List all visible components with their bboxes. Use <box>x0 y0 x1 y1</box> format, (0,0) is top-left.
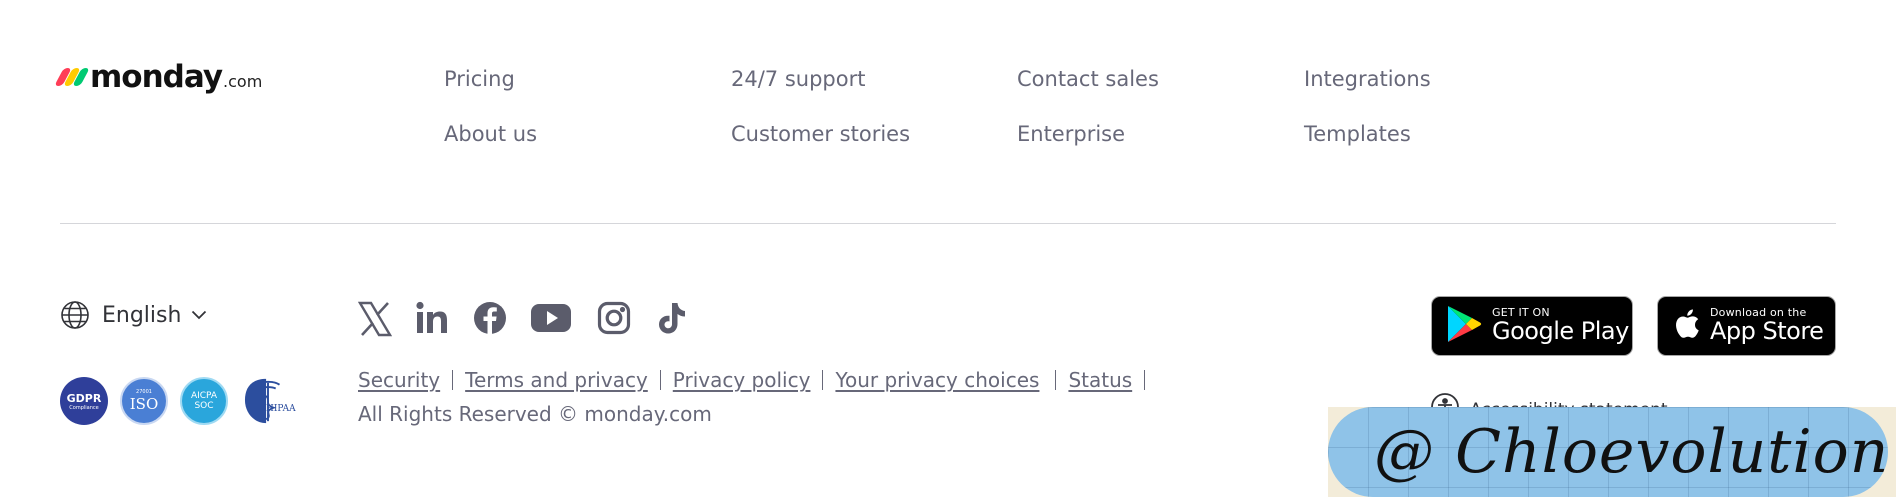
legal-link-privacy-choices[interactable]: Your privacy choices <box>835 368 1039 392</box>
linkedin-icon[interactable] <box>415 301 449 337</box>
google-play-icon <box>1446 304 1482 348</box>
footer-link-about-us[interactable]: About us <box>444 122 537 146</box>
iso-badge-label: ISO <box>129 395 159 413</box>
tiktok-icon[interactable] <box>657 301 687 337</box>
watermark-text: @ Chloevolution <box>1374 417 1888 487</box>
legal-separator <box>659 370 661 390</box>
watermark-pill: @ Chloevolution <box>1328 407 1888 497</box>
gdpr-badge-sub: Compliance <box>69 404 99 411</box>
globe-icon <box>60 300 90 330</box>
hipaa-badge-label: HIPAA <box>266 404 296 414</box>
logo-mark-icon <box>54 68 90 86</box>
footer-link-templates[interactable]: Templates <box>1304 122 1411 146</box>
iso-badge: 27001 ISO <box>120 377 168 425</box>
gdpr-badge-label: GDPR <box>66 391 102 405</box>
gdpr-badge: GDPR Compliance <box>60 377 108 425</box>
caduceus-icon <box>244 378 281 424</box>
footer-link-integrations[interactable]: Integrations <box>1304 67 1431 91</box>
x-icon[interactable] <box>358 301 392 337</box>
legal-separator <box>822 370 824 390</box>
app-store-big-text: App Store <box>1710 317 1824 346</box>
monday-logo[interactable]: monday .com <box>54 59 263 95</box>
instagram-icon[interactable] <box>597 301 631 337</box>
chevron-down-icon <box>191 310 207 320</box>
legal-links: Security Terms and privacy Privacy polic… <box>358 368 1157 392</box>
legal-link-privacy-policy[interactable]: Privacy policy <box>673 368 811 392</box>
aicpa-badge-label: AICPA <box>190 391 218 401</box>
legal-separator <box>1055 370 1057 390</box>
facebook-icon[interactable] <box>473 301 507 337</box>
footer-divider <box>60 223 1836 224</box>
legal-separator <box>452 370 454 390</box>
footer-link-support[interactable]: 24/7 support <box>731 67 865 91</box>
logo-suffix: .com <box>223 72 263 91</box>
aicpa-badge-sub: SOC <box>194 401 214 411</box>
footer-link-pricing[interactable]: Pricing <box>444 67 515 91</box>
app-store-button[interactable]: Download on the App Store <box>1657 296 1836 356</box>
legal-link-status[interactable]: Status <box>1068 368 1132 392</box>
social-links <box>358 301 687 337</box>
legal-link-security[interactable]: Security <box>358 368 440 392</box>
language-label: English <box>102 302 182 328</box>
copyright-text: All Rights Reserved © monday.com <box>358 402 712 426</box>
language-selector[interactable]: English <box>60 300 207 330</box>
footer-link-contact-sales[interactable]: Contact sales <box>1017 67 1159 91</box>
aicpa-soc-badge: AICPA SOC <box>180 377 228 425</box>
apple-icon <box>1672 307 1700 345</box>
watermark: @ Chloevolution <box>1328 407 1896 497</box>
footer-link-enterprise[interactable]: Enterprise <box>1017 122 1125 146</box>
legal-link-terms[interactable]: Terms and privacy <box>465 368 648 392</box>
google-play-button[interactable]: GET IT ON Google Play <box>1431 296 1633 356</box>
google-play-big-text: Google Play <box>1492 317 1629 346</box>
hipaa-badge: HIPAA <box>240 377 296 425</box>
youtube-icon[interactable] <box>530 301 572 337</box>
legal-separator <box>1144 370 1146 390</box>
footer-link-customer-stories[interactable]: Customer stories <box>731 122 910 146</box>
logo-wordmark: monday <box>90 59 223 95</box>
